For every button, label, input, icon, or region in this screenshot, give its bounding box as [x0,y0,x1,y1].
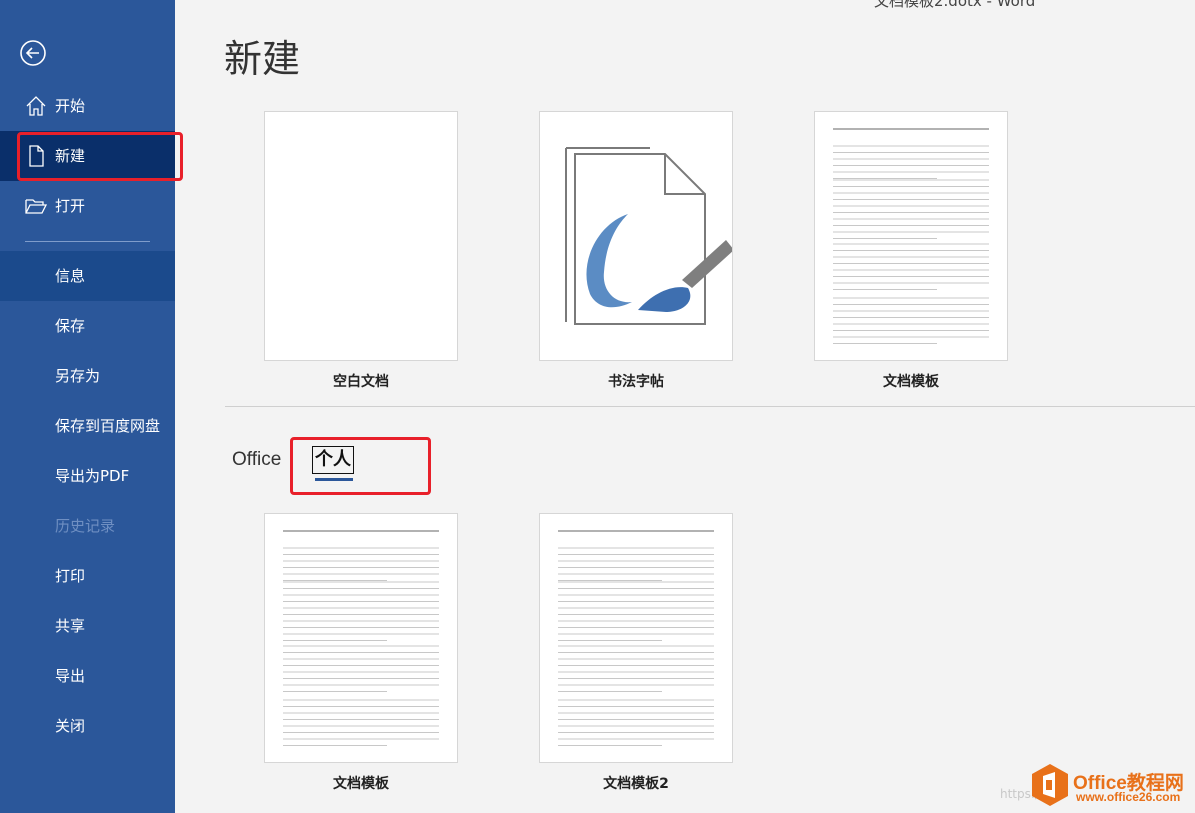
nav-home-label: 开始 [55,97,86,115]
template-calligraphy[interactable] [539,111,734,361]
nav-info[interactable]: 信息 [0,251,175,301]
template-label: 空白文档 [333,374,389,390]
nav-share[interactable]: 共享 [0,601,175,651]
calligraphy-thumbnail [565,147,734,325]
highlight-box-personal [290,437,431,495]
highlight-box-new [17,132,183,181]
template-label: 文档模板2 [603,776,669,792]
nav-export-pdf-label: 导出为PDF [55,467,130,485]
window-title: 文档模板2.dotx - Word [874,0,1036,10]
nav-print[interactable]: 打印 [0,551,175,601]
nav-open-label: 打开 [55,197,86,215]
home-icon [26,96,46,116]
nav-close-label: 关闭 [55,717,86,735]
nav-history: 历史记录 [0,501,175,551]
document-thumbnail [833,128,989,344]
nav-close[interactable]: 关闭 [0,701,175,751]
nav-save-as-label: 另存为 [55,367,101,385]
template-document[interactable] [264,513,458,763]
nav-history-label: 历史记录 [55,517,116,535]
office-logo-icon [1032,764,1068,806]
template-document-2[interactable] [539,513,733,763]
tab-office[interactable]: Office [232,449,281,471]
sidebar-divider [25,241,150,242]
template-label: 文档模板 [333,776,389,792]
nav-open[interactable]: 打开 [0,181,175,231]
nav-export-label: 导出 [55,667,86,685]
nav-export-pdf[interactable]: 导出为PDF [0,451,175,501]
document-thumbnail [283,530,439,746]
open-folder-icon [25,199,48,214]
nav-print-label: 打印 [55,567,86,585]
section-divider [225,406,1195,407]
nav-share-label: 共享 [55,617,86,635]
document-thumbnail [558,530,714,746]
template-label: 文档模板 [883,374,939,390]
nav-save-baidu[interactable]: 保存到百度网盘 [0,401,175,451]
template-label: 书法字帖 [608,374,664,390]
page-title: 新建 [224,37,301,81]
back-arrow-icon[interactable] [20,40,46,66]
nav-info-label: 信息 [55,267,86,285]
nav-export[interactable]: 导出 [0,651,175,701]
nav-save-label: 保存 [55,317,86,335]
template-blank-document[interactable] [264,111,458,361]
nav-save-baidu-label: 保存到百度网盘 [55,417,161,435]
nav-save[interactable]: 保存 [0,301,175,351]
nav-home[interactable]: 开始 [0,81,175,131]
backstage-sidebar: 开始 新建 打开 信息 保存 另存为 保存到百度网盘 导出为PDF 历史记录 打… [0,0,175,813]
nav-save-as[interactable]: 另存为 [0,351,175,401]
template-document[interactable] [814,111,1008,361]
watermark-url: www.office26.com [1076,790,1181,804]
